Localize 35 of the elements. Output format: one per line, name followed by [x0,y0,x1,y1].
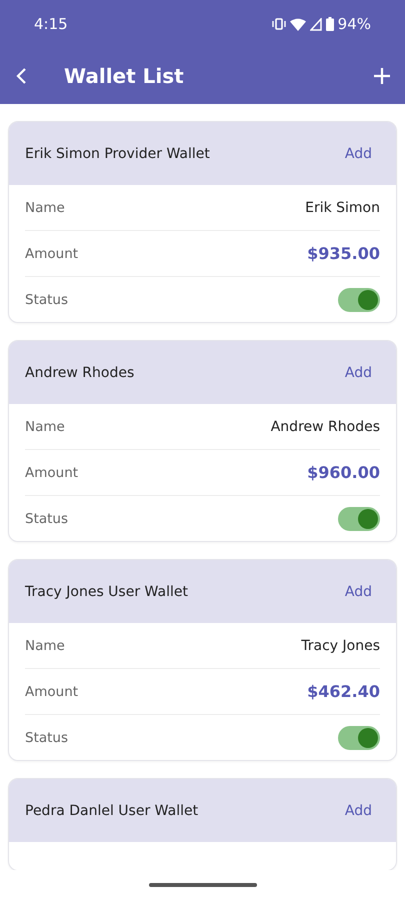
back-button[interactable] [14,67,28,85]
name-value: Erik Simon [305,200,380,216]
add-link[interactable]: Add [340,580,380,604]
wallet-title: Erik Simon Provider Wallet [25,146,210,162]
wifi-icon [290,18,306,30]
amount-value: $960.00 [307,463,380,482]
field-label: Name [25,200,65,216]
field-label: Name [25,418,65,434]
vibrate-icon [272,18,286,30]
field-label: Status [25,510,68,526]
field-label: Amount [25,464,78,480]
wallet-title: Pedra Danlel User Wallet [25,802,198,818]
field-label: Status [25,730,68,746]
status-toggle[interactable] [338,506,380,530]
wallet-title: Tracy Jones User Wallet [25,584,188,600]
battery-level: 94% [338,15,371,33]
field-label: Amount [25,684,78,700]
field-label: Name [25,638,65,654]
battery-icon [326,17,334,31]
wallet-title: Andrew Rhodes [25,364,134,380]
status-time: 4:15 [34,15,68,33]
field-label: Amount [25,246,78,262]
amount-value: $462.40 [307,682,380,701]
page-title: Wallet List [64,64,184,88]
status-toggle[interactable] [338,288,380,312]
signal-icon [310,18,322,30]
add-link[interactable]: Add [340,360,380,384]
name-value: Tracy Jones [301,638,380,654]
add-link[interactable]: Add [340,142,380,166]
status-toggle[interactable] [338,726,380,750]
name-value: Andrew Rhodes [270,418,380,434]
add-link[interactable]: Add [340,798,380,822]
amount-value: $935.00 [307,244,380,263]
field-label: Status [25,292,68,308]
add-button[interactable] [373,67,391,85]
